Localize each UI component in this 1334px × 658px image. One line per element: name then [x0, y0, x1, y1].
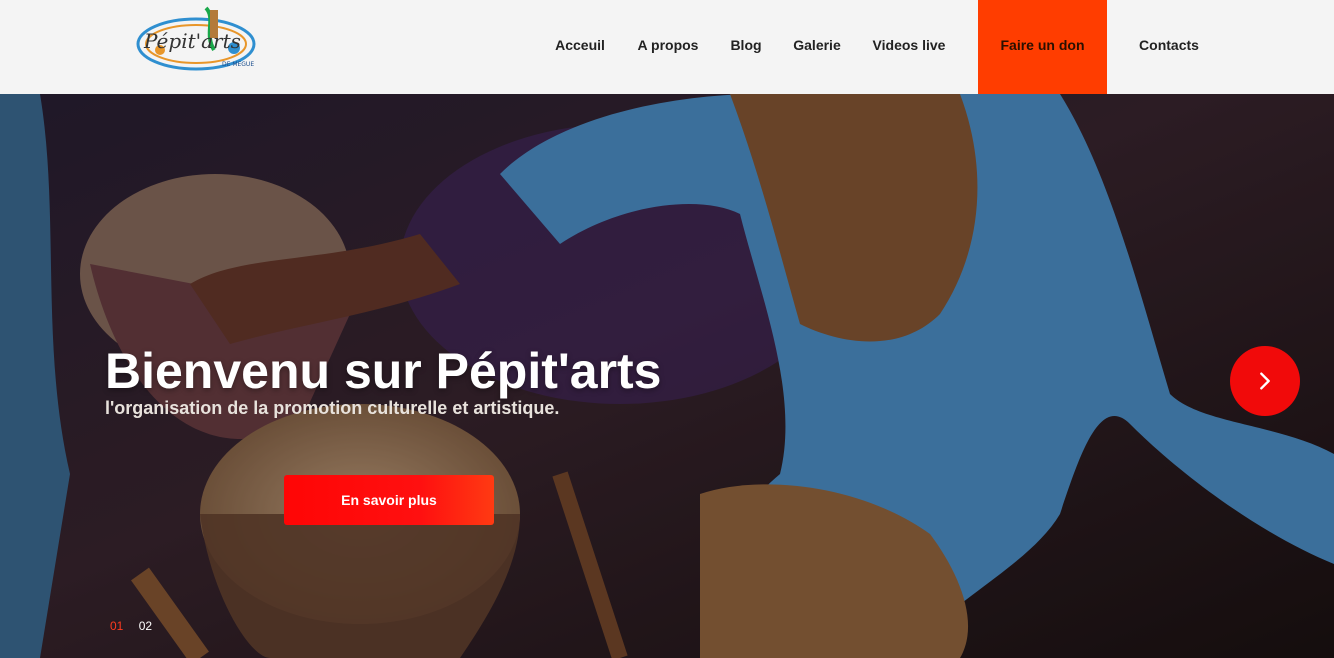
- nav-accueil[interactable]: Acceuil: [548, 0, 612, 94]
- nav-donate-button[interactable]: Faire un don: [978, 0, 1107, 94]
- nav-contacts[interactable]: Contacts: [1128, 0, 1210, 94]
- learn-more-button[interactable]: En savoir plus: [284, 475, 494, 525]
- slider-next-button[interactable]: [1230, 346, 1300, 416]
- hero-title: Bienvenu sur Pépit'arts: [105, 343, 662, 399]
- site-header: Pépit'arts DE MEGUE Acceuil A propos Blo…: [0, 0, 1334, 94]
- slide-indicator-1[interactable]: 01: [110, 619, 123, 633]
- chevron-right-icon: [1260, 372, 1270, 390]
- nav-videos-live[interactable]: Videos live: [866, 0, 952, 94]
- nav-a-propos[interactable]: A propos: [632, 0, 704, 94]
- hero-slider: Bienvenu sur Pépit'arts l'organisation d…: [0, 94, 1334, 658]
- slide-indicator-2[interactable]: 02: [139, 619, 152, 633]
- nav-blog[interactable]: Blog: [724, 0, 768, 94]
- slider-pagination: 01 02: [110, 619, 164, 633]
- nav-galerie[interactable]: Galerie: [787, 0, 847, 94]
- main-nav: Acceuil A propos Blog Galerie Videos liv…: [0, 0, 1334, 94]
- hero-subtitle: l'organisation de la promotion culturell…: [105, 398, 560, 418]
